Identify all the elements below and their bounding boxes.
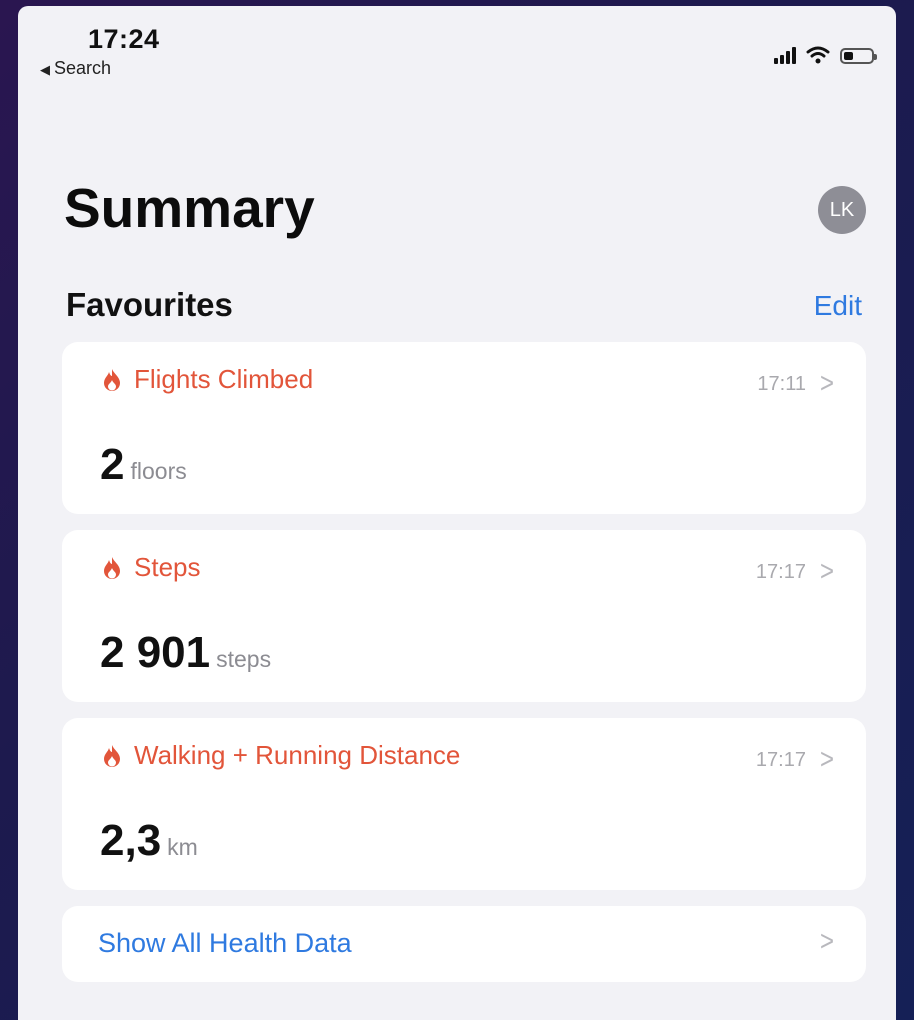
show-all-health-data-button[interactable]: Show All Health Data > bbox=[62, 906, 866, 982]
favourite-card-walking-running-distance[interactable]: Walking + Running Distance 17:17 > 2,3 k… bbox=[62, 718, 866, 890]
chevron-right-icon: > bbox=[819, 925, 834, 958]
card-meta: 17:17 > bbox=[755, 743, 834, 776]
value-number: 2 bbox=[100, 440, 125, 489]
value-number: 2,3 bbox=[100, 816, 162, 865]
battery-icon bbox=[840, 48, 877, 64]
chevron-right-icon: > bbox=[819, 367, 834, 400]
favourites-section-title: Favourites bbox=[66, 286, 233, 323]
card-header: Flights Climbed bbox=[102, 364, 313, 395]
chevron-right-icon: > bbox=[819, 743, 834, 776]
value-unit: km bbox=[167, 834, 198, 860]
card-meta: 17:11 > bbox=[757, 367, 834, 400]
status-icons bbox=[774, 42, 877, 64]
back-label: Search bbox=[54, 58, 112, 78]
cellular-signal-icon bbox=[774, 46, 796, 64]
card-timestamp: 17:17 bbox=[755, 748, 806, 771]
status-bar: 17:24 ◀ Search bbox=[18, 6, 896, 86]
card-meta: 17:17 > bbox=[755, 555, 834, 588]
card-value: 2 901 steps bbox=[100, 628, 271, 678]
back-arrow-icon: ◀ bbox=[40, 62, 50, 77]
back-to-search-link[interactable]: ◀ Search bbox=[40, 58, 111, 79]
wifi-icon bbox=[806, 46, 830, 64]
show-all-label: Show All Health Data bbox=[98, 928, 352, 958]
card-header: Walking + Running Distance bbox=[102, 740, 460, 771]
chevron-right-icon: > bbox=[819, 555, 834, 588]
flame-icon bbox=[104, 368, 120, 391]
edit-button[interactable]: Edit bbox=[814, 290, 862, 322]
card-header: Steps bbox=[102, 552, 201, 583]
value-number: 2 901 bbox=[100, 628, 211, 677]
card-value: 2 floors bbox=[100, 440, 187, 490]
page-title: Summary bbox=[64, 177, 315, 239]
card-title: Walking + Running Distance bbox=[134, 740, 461, 770]
flame-icon bbox=[104, 744, 120, 767]
favourite-card-flights-climbed[interactable]: Flights Climbed 17:11 > 2 floors bbox=[62, 342, 866, 514]
status-time: 17:24 bbox=[88, 24, 160, 54]
favourite-card-steps[interactable]: Steps 17:17 > 2 901 steps bbox=[62, 530, 866, 702]
card-timestamp: 17:17 bbox=[755, 560, 806, 583]
avatar[interactable]: LK bbox=[818, 186, 866, 234]
value-unit: steps bbox=[216, 646, 272, 672]
card-value: 2,3 km bbox=[100, 816, 198, 866]
flame-icon bbox=[104, 556, 120, 579]
phone-screen: 17:24 ◀ Search Summary LK Favourites Edit bbox=[18, 6, 896, 1020]
card-title: Steps bbox=[134, 552, 201, 582]
card-title: Flights Climbed bbox=[134, 364, 314, 394]
card-timestamp: 17:11 bbox=[757, 372, 806, 395]
value-unit: floors bbox=[130, 458, 187, 484]
